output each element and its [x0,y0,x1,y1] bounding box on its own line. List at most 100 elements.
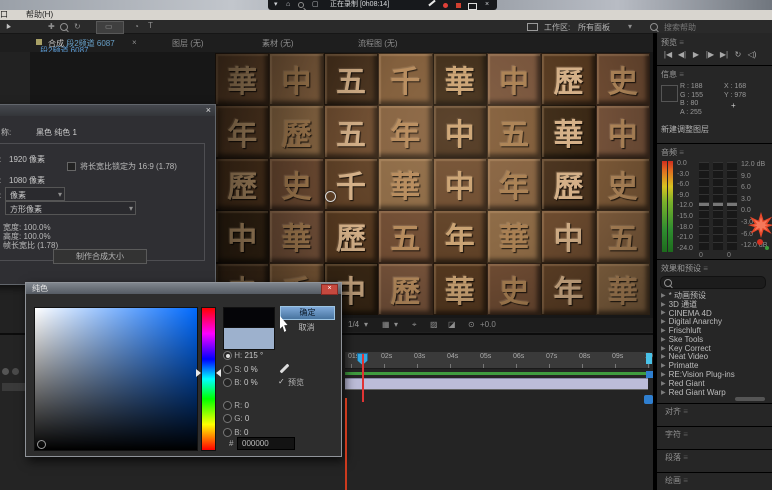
work-area-end-marker[interactable] [646,353,652,364]
zoom-ratio-value[interactable]: 1/4 [348,318,359,332]
workspace-value[interactable]: 所有面板 [578,22,610,33]
effects-category-row[interactable]: ▶3D 通道 [659,300,769,309]
units-dropdown[interactable]: 像素 ▾ [5,187,65,201]
expand-triangle-icon[interactable]: ▶ [661,309,666,316]
audio-slider-right[interactable] [727,162,737,250]
effects-category-row[interactable]: ▶Key Correct [659,344,769,353]
expand-triangle-icon[interactable]: ▶ [661,353,666,360]
effects-scrollbar[interactable] [735,397,765,401]
timeline-ruler[interactable]: 01s02s03s04s05s06s07s08s09s10s [345,352,650,369]
current-time-indicator-line[interactable] [362,354,364,402]
effects-category-row[interactable]: ▶Neat Video [659,353,769,362]
color-field-radio[interactable] [223,378,232,387]
nav-marker-lower[interactable] [644,395,653,404]
saturation-brightness-field[interactable] [34,307,198,451]
hue-strip[interactable] [201,307,216,451]
effects-category-row[interactable]: ▶CINEMA 4D [659,309,769,318]
hue-slider-left-arrow[interactable] [196,369,201,377]
transport-button[interactable]: ↻ [731,50,745,59]
audio-slider-mid[interactable] [713,162,723,250]
collapsed-panel-header[interactable]: 对齐 ≡ [657,403,772,420]
color-field-value[interactable]: 215 ° [242,351,263,360]
exposure-icon[interactable]: ⊙ [468,318,475,332]
lock-aspect-checkbox[interactable] [67,162,76,171]
color-field-radio[interactable] [223,414,232,423]
hex-input[interactable]: 000000 [237,437,295,450]
color-field-value[interactable]: 0 [243,414,250,423]
collapsed-panel-header[interactable]: 段落 ≡ [657,449,772,466]
menu-item-window[interactable]: 窗口 [0,10,8,20]
selection-tool-icon[interactable]: ▲ [2,20,13,32]
target-region-icon[interactable]: ⌖ [412,318,417,332]
tab-effects-presets[interactable]: 效果和预设 ≡ [661,263,708,274]
expand-triangle-icon[interactable]: ▶ [661,362,666,369]
transparency-grid-icon[interactable]: ▨ [430,318,438,332]
record-dot-icon[interactable] [443,3,448,8]
transport-button[interactable]: |◀ [661,50,675,59]
transport-button[interactable]: ▶| [717,50,731,59]
color-field-value[interactable]: 0 [242,428,249,437]
transport-button[interactable]: |▶ [703,50,717,59]
color-picker-close-button[interactable]: × [321,284,338,295]
eyedropper-button[interactable] [276,361,292,377]
collapsed-panel-header[interactable]: 绘画 ≡ [657,472,772,489]
layer-anchor-point[interactable] [325,191,336,202]
effects-category-row[interactable]: ▶Frischluft [659,326,769,335]
color-field-value[interactable]: 0 % [242,378,258,387]
menu-item-help[interactable]: 帮助(H) [26,10,53,20]
effects-search-box[interactable] [660,276,766,289]
expand-triangle-icon[interactable]: ▶ [661,327,666,334]
make-comp-size-button[interactable]: 制作合成大小 [53,249,147,264]
expand-triangle-icon[interactable]: ▶ [661,336,666,343]
expand-triangle-icon[interactable]: ▶ [661,345,666,352]
expand-triangle-icon[interactable]: ▶ [661,389,666,396]
expand-triangle-icon[interactable]: ▶ [661,318,666,325]
zoom-dropdown-icon[interactable]: ▾ [364,318,368,332]
pen-tool-icon[interactable]: ◔ [134,22,139,32]
grid-dropdown-icon[interactable]: ▾ [394,318,398,332]
tab-flowchart[interactable]: 流程图 (无) [358,38,398,49]
tab-info[interactable]: 信息 ≡ [661,69,684,80]
effects-category-row[interactable]: ▶Primatte [659,361,769,370]
expand-triangle-icon[interactable]: ▶ [661,371,666,378]
zoom-tool-icon[interactable] [60,23,68,34]
effects-category-row[interactable]: ▶RE:Vision Plug-ins [659,370,769,379]
expand-triangle-icon[interactable]: ▶ [661,292,666,299]
hue-slider-right-arrow[interactable] [216,369,221,377]
expand-triangle-icon[interactable]: ▶ [661,301,666,308]
effects-category-row[interactable]: ▶Digital Anarchy [659,317,769,326]
hand-tool-icon[interactable]: ✚ [48,22,55,32]
transport-button[interactable]: ◀| [675,50,689,59]
close-icon[interactable]: × [485,0,489,10]
rotate-tool-icon[interactable]: ↻ [74,22,81,32]
color-field-row[interactable]: R: 0 [223,401,303,415]
effects-category-row[interactable]: ▶Red Giant Warp [659,388,769,397]
timeline-switch-icon[interactable] [2,368,9,375]
color-picker-titlebar[interactable]: 纯色 × [26,283,341,294]
workspace-dropdown-icon[interactable]: ▾ [628,22,632,32]
exposure-value[interactable]: +0.0 [480,318,496,332]
solid-settings-titlebar[interactable]: × [0,105,215,116]
par-dropdown[interactable]: 方形像素 ▾ [5,201,136,215]
collapsed-panel-header[interactable]: 字符 ≡ [657,426,772,443]
expand-triangle-icon[interactable]: ▶ [661,380,666,387]
effects-category-row[interactable]: ▶Red Giant [659,379,769,388]
slider-knob[interactable] [713,203,723,206]
help-search-icon[interactable] [650,23,658,33]
help-search-input[interactable]: 搜索帮助 [664,22,696,33]
ok-button[interactable]: 确定 [280,306,335,320]
camera-view-icon[interactable]: ◪ [448,318,456,332]
solid-settings-close-icon[interactable]: × [206,105,211,116]
nav-marker[interactable] [646,371,653,378]
tab-layer[interactable]: 图层 (无) [172,38,204,49]
timeline-switch-icon[interactable] [12,368,19,375]
frame-icon[interactable]: ▢ [312,0,319,10]
color-field-radio[interactable] [223,351,232,360]
camera-icon[interactable] [468,3,477,10]
color-field-radio[interactable] [223,401,232,410]
stop-square-icon[interactable] [456,3,461,8]
tab-preview[interactable]: 预览 ≡ [661,37,684,48]
color-field-value[interactable]: 0 [242,401,249,410]
comp-tab-close-icon[interactable]: × [132,38,137,47]
chevron-down-icon[interactable]: ▾ [274,0,278,10]
